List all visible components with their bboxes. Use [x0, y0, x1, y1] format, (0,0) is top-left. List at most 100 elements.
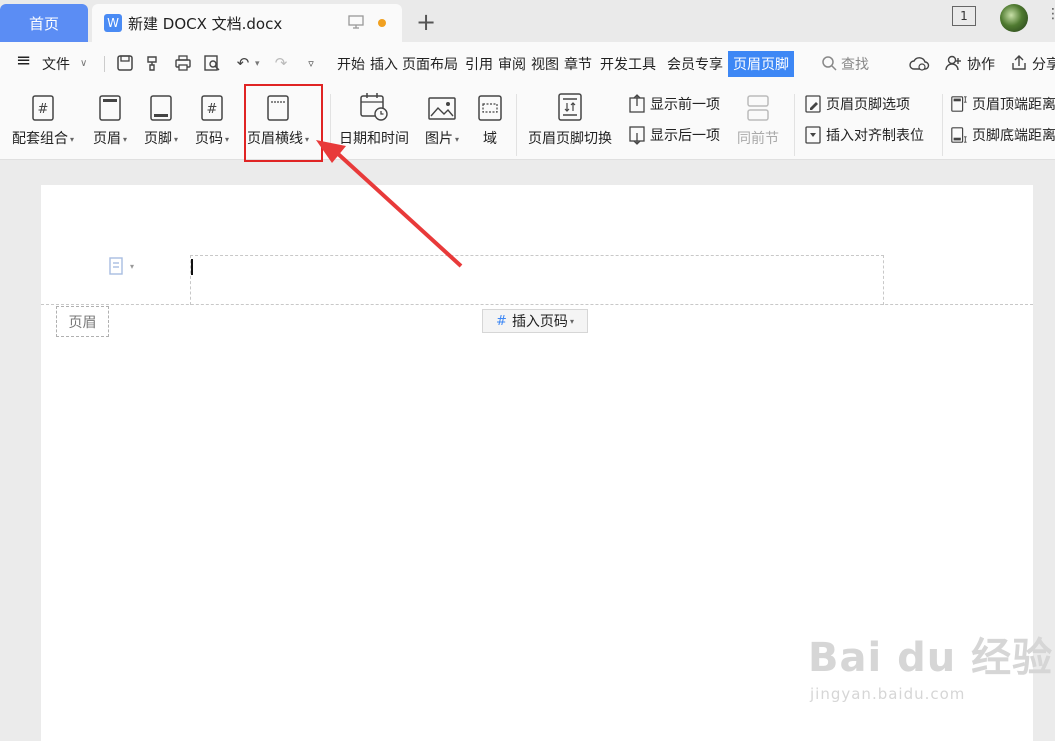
header-tag: 页眉: [56, 306, 109, 337]
page-number-button[interactable]: # 页码 ▾: [195, 92, 229, 148]
menu-collaborate[interactable]: 协作: [967, 54, 995, 74]
field-label: 域: [483, 131, 497, 147]
print-preview-icon[interactable]: [201, 52, 223, 74]
wps-writer-icon: W: [104, 14, 122, 32]
calendar-clock-icon: [359, 92, 389, 122]
ribbon-divider: [794, 94, 795, 156]
cloud-sync-icon[interactable]: [908, 52, 930, 74]
header-style-icon[interactable]: ▾: [108, 257, 134, 275]
customize-toolbar-icon[interactable]: ▿: [300, 52, 322, 74]
switch-icon: [557, 92, 583, 122]
menu-chapter[interactable]: 章节: [564, 54, 592, 74]
new-tab-button[interactable]: +: [412, 8, 440, 36]
align-tab-icon: [804, 125, 822, 145]
tab-bar: 首页 W 新建 DOCX 文档.docx + 1 ⋮: [0, 0, 1055, 42]
menu-developer[interactable]: 开发工具: [600, 54, 656, 74]
ribbon-divider: [516, 94, 517, 156]
ribbon-divider: [330, 94, 331, 156]
hf-options-button[interactable]: 页眉页脚选项: [804, 94, 910, 114]
field-button[interactable]: 域: [477, 92, 503, 148]
undo-icon[interactable]: ↶: [232, 52, 254, 74]
tab-document[interactable]: W 新建 DOCX 文档.docx: [92, 4, 402, 42]
footer-bottom-distance-icon: [950, 125, 968, 145]
set-combo-button[interactable]: # 配套组合 ▾: [12, 92, 74, 148]
file-chevron-down-icon[interactable]: ∨: [80, 58, 87, 69]
menu-view[interactable]: 视图: [531, 54, 559, 74]
field-icon: [477, 92, 503, 122]
undo-caret-icon[interactable]: ▾: [255, 59, 260, 69]
search-label[interactable]: 查找: [841, 54, 869, 74]
save-icon[interactable]: [114, 52, 136, 74]
header-button[interactable]: 页眉 ▾: [93, 92, 127, 148]
ribbon-divider: [942, 94, 943, 156]
tab-home[interactable]: 首页: [0, 4, 88, 42]
insert-page-number-label: 插入页码: [511, 314, 568, 330]
menu-header-footer[interactable]: 页眉页脚: [728, 51, 794, 77]
redo-icon: ↷: [274, 54, 288, 72]
show-next-icon: [628, 125, 646, 145]
menu-page-layout[interactable]: 页面布局: [402, 54, 458, 74]
hf-options-icon: [804, 94, 822, 114]
format-painter-icon[interactable]: [142, 52, 164, 74]
insert-page-number-button[interactable]: # 插入页码 ▾: [482, 309, 588, 333]
datetime-button[interactable]: 日期和时间: [339, 92, 409, 148]
monitor-icon[interactable]: [348, 15, 364, 33]
picture-label: 图片: [425, 131, 453, 147]
unsaved-dot-icon: [378, 19, 386, 27]
hf-options-label: 页眉页脚选项: [826, 97, 910, 113]
menu-bar: ≡ 文件 ∨ ↶ ▾ ↷ ▿ 开始 插入 页面布局 引用 审阅 视图 章节 开发…: [0, 42, 1055, 86]
picture-button[interactable]: 图片 ▾: [425, 92, 459, 148]
menu-member[interactable]: 会员专享: [667, 54, 723, 74]
show-previous-label: 显示前一项: [650, 97, 720, 113]
menu-divider: [104, 56, 105, 72]
header-top-distance-icon: [950, 94, 968, 114]
watermark-sub: jingyan.baidu.com: [810, 685, 966, 703]
menu-references[interactable]: 引用: [465, 54, 493, 74]
menu-insert[interactable]: 插入: [370, 54, 398, 74]
show-next-label: 显示后一项: [650, 128, 720, 144]
set-combo-label: 配套组合: [12, 131, 68, 147]
svg-text:#: #: [38, 102, 49, 117]
insert-align-tab-button[interactable]: 插入对齐制表位: [804, 125, 924, 145]
footer-icon: [149, 92, 173, 122]
header-label: 页眉: [93, 131, 121, 147]
same-as-previous-icon: [745, 92, 771, 122]
window-count-button[interactable]: 1: [952, 6, 976, 26]
footer-bottom-distance-label: 页脚底端距离: [972, 128, 1055, 144]
footer-bottom-distance-button[interactable]: 页脚底端距离: [950, 125, 1055, 145]
switch-label: 页眉页脚切换: [528, 131, 612, 147]
baidu-watermark: Bai du 经验 jingyan.baidu.com: [808, 625, 1053, 703]
more-icon[interactable]: ⋮: [1046, 6, 1055, 22]
menu-review[interactable]: 审阅: [498, 54, 526, 74]
header-boundary: [41, 304, 1033, 305]
search-icon[interactable]: [818, 52, 840, 74]
watermark-main: Bai du 经验: [808, 635, 1054, 681]
menu-share[interactable]: 分享: [1032, 54, 1055, 74]
same-as-previous-button: 同前节: [737, 92, 779, 148]
same-as-previous-label: 同前节: [737, 131, 779, 147]
header-style-caret-icon[interactable]: ▾: [130, 262, 134, 271]
page-number-hash-icon: #: [496, 313, 507, 329]
avatar[interactable]: [1000, 4, 1028, 32]
show-previous-button[interactable]: 显示前一项: [628, 94, 720, 114]
show-previous-icon: [628, 94, 646, 114]
page-number-icon: #: [200, 92, 224, 122]
print-icon[interactable]: [172, 52, 194, 74]
header-edit-area[interactable]: [190, 255, 884, 305]
ribbon: # 配套组合 ▾ 页眉 ▾ 页脚 ▾ # 页码 ▾ 页眉横线 ▾ 日期和时间 图…: [0, 86, 1055, 160]
header-top-distance-button[interactable]: 页眉顶端距离: [950, 94, 1055, 114]
footer-button[interactable]: 页脚 ▾: [144, 92, 178, 148]
highlight-box: [244, 84, 323, 162]
share-icon[interactable]: [1008, 52, 1030, 74]
header-icon: [98, 92, 122, 122]
page-number-label: 页码: [195, 131, 223, 147]
document-title: 新建 DOCX 文档.docx: [128, 14, 283, 33]
text-cursor: [191, 259, 193, 275]
show-next-button[interactable]: 显示后一项: [628, 125, 720, 145]
collaborate-icon[interactable]: [942, 52, 964, 74]
menu-start[interactable]: 开始: [337, 54, 365, 74]
header-footer-switch-button[interactable]: 页眉页脚切换: [528, 92, 612, 148]
picture-icon: [428, 92, 456, 122]
menu-file[interactable]: 文件: [42, 54, 70, 74]
hamburger-icon[interactable]: ≡: [16, 50, 31, 71]
